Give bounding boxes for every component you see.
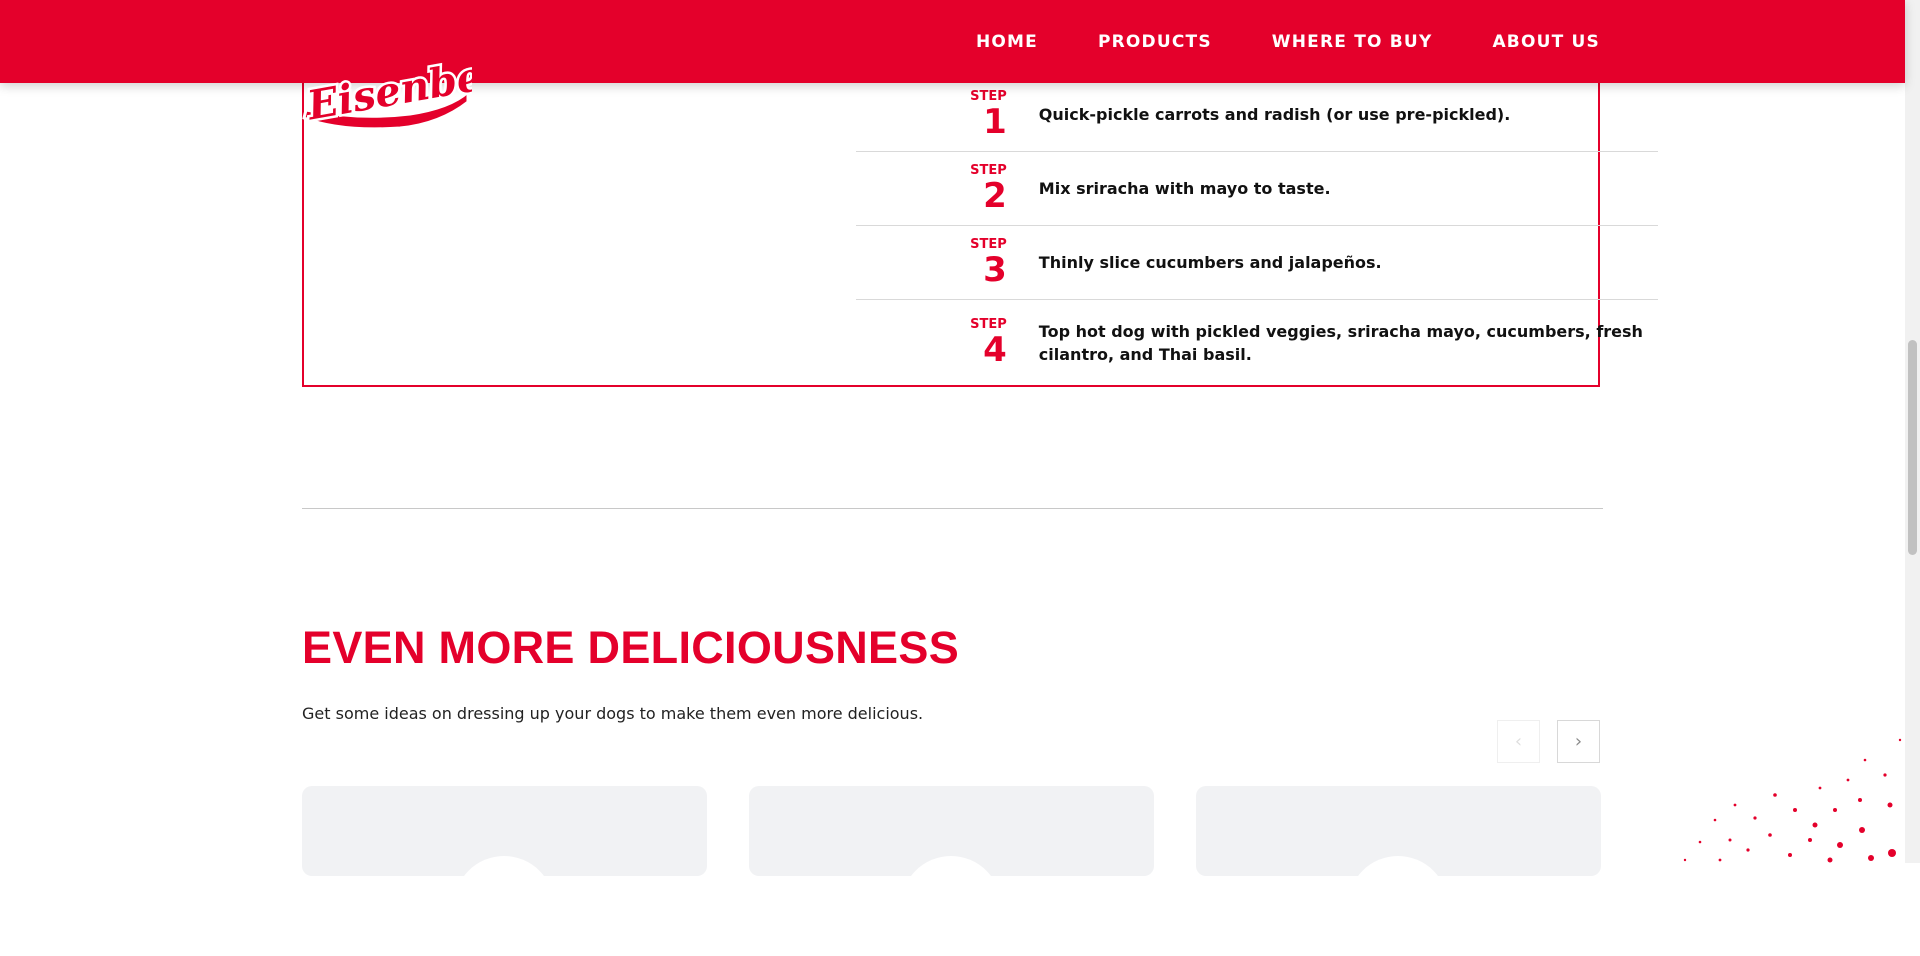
eisenberg-logo[interactable]: Eisenberg bbox=[300, 42, 536, 133]
step-text: Top hot dog with pickled veggies, srirac… bbox=[1038, 321, 1643, 364]
section-subtitle: Get some ideas on dressing up your dogs … bbox=[302, 704, 924, 723]
step-row: STEP 2 Mix sriracha with mayo to taste. bbox=[856, 152, 1658, 226]
step-text: Thinly slice cucumbers and jalapeños. bbox=[1038, 253, 1382, 272]
step-text: Quick-pickle carrots and radish (or use … bbox=[1038, 105, 1511, 124]
page-scrollbar[interactable] bbox=[1905, 0, 1920, 863]
step-number: STEP 2 bbox=[856, 164, 1007, 213]
site-header: HOME PRODUCTS WHERE TO BUY ABOUT US bbox=[0, 0, 1905, 83]
nav-about-us[interactable]: ABOUT US bbox=[1492, 32, 1600, 52]
step-number-value: 4 bbox=[983, 330, 1007, 370]
card-image bbox=[1348, 856, 1448, 956]
nav-where-to-buy[interactable]: WHERE TO BUY bbox=[1272, 32, 1433, 52]
card-image bbox=[454, 856, 554, 956]
carousel-next-button[interactable]: › bbox=[1557, 720, 1600, 763]
chevron-left-icon: ‹ bbox=[1514, 731, 1523, 752]
step-row: STEP 4 Top hot dog with pickled veggies,… bbox=[856, 300, 1658, 385]
main-nav: HOME PRODUCTS WHERE TO BUY ABOUT US bbox=[976, 0, 1600, 83]
step-number-value: 2 bbox=[983, 176, 1007, 216]
decorative-dots bbox=[1683, 738, 1902, 863]
step-text: Mix sriracha with mayo to taste. bbox=[1038, 179, 1331, 198]
scrollbar-thumb[interactable] bbox=[1908, 340, 1917, 555]
nav-home[interactable]: HOME bbox=[976, 32, 1038, 52]
step-row: STEP 1 Quick-pickle carrots and radish (… bbox=[856, 78, 1658, 152]
step-number: STEP 4 bbox=[856, 318, 1007, 367]
chevron-right-icon: › bbox=[1574, 731, 1583, 752]
step-number: STEP 1 bbox=[856, 90, 1007, 139]
carousel-prev-button[interactable]: ‹ bbox=[1497, 720, 1540, 763]
step-number: STEP 3 bbox=[856, 238, 1007, 287]
logo-graphic: Eisenberg bbox=[300, 42, 536, 133]
step-number-value: 1 bbox=[983, 102, 1007, 142]
card-image bbox=[901, 856, 1001, 956]
nav-products[interactable]: PRODUCTS bbox=[1098, 32, 1212, 52]
section-divider bbox=[302, 508, 1603, 509]
step-number-value: 3 bbox=[983, 250, 1007, 290]
section-title: EVEN MORE DELICIOUSNESS bbox=[302, 622, 960, 673]
step-row: STEP 3 Thinly slice cucumbers and jalape… bbox=[856, 226, 1658, 300]
recipe-steps-panel: STEP 1 Quick-pickle carrots and radish (… bbox=[302, 30, 1658, 387]
